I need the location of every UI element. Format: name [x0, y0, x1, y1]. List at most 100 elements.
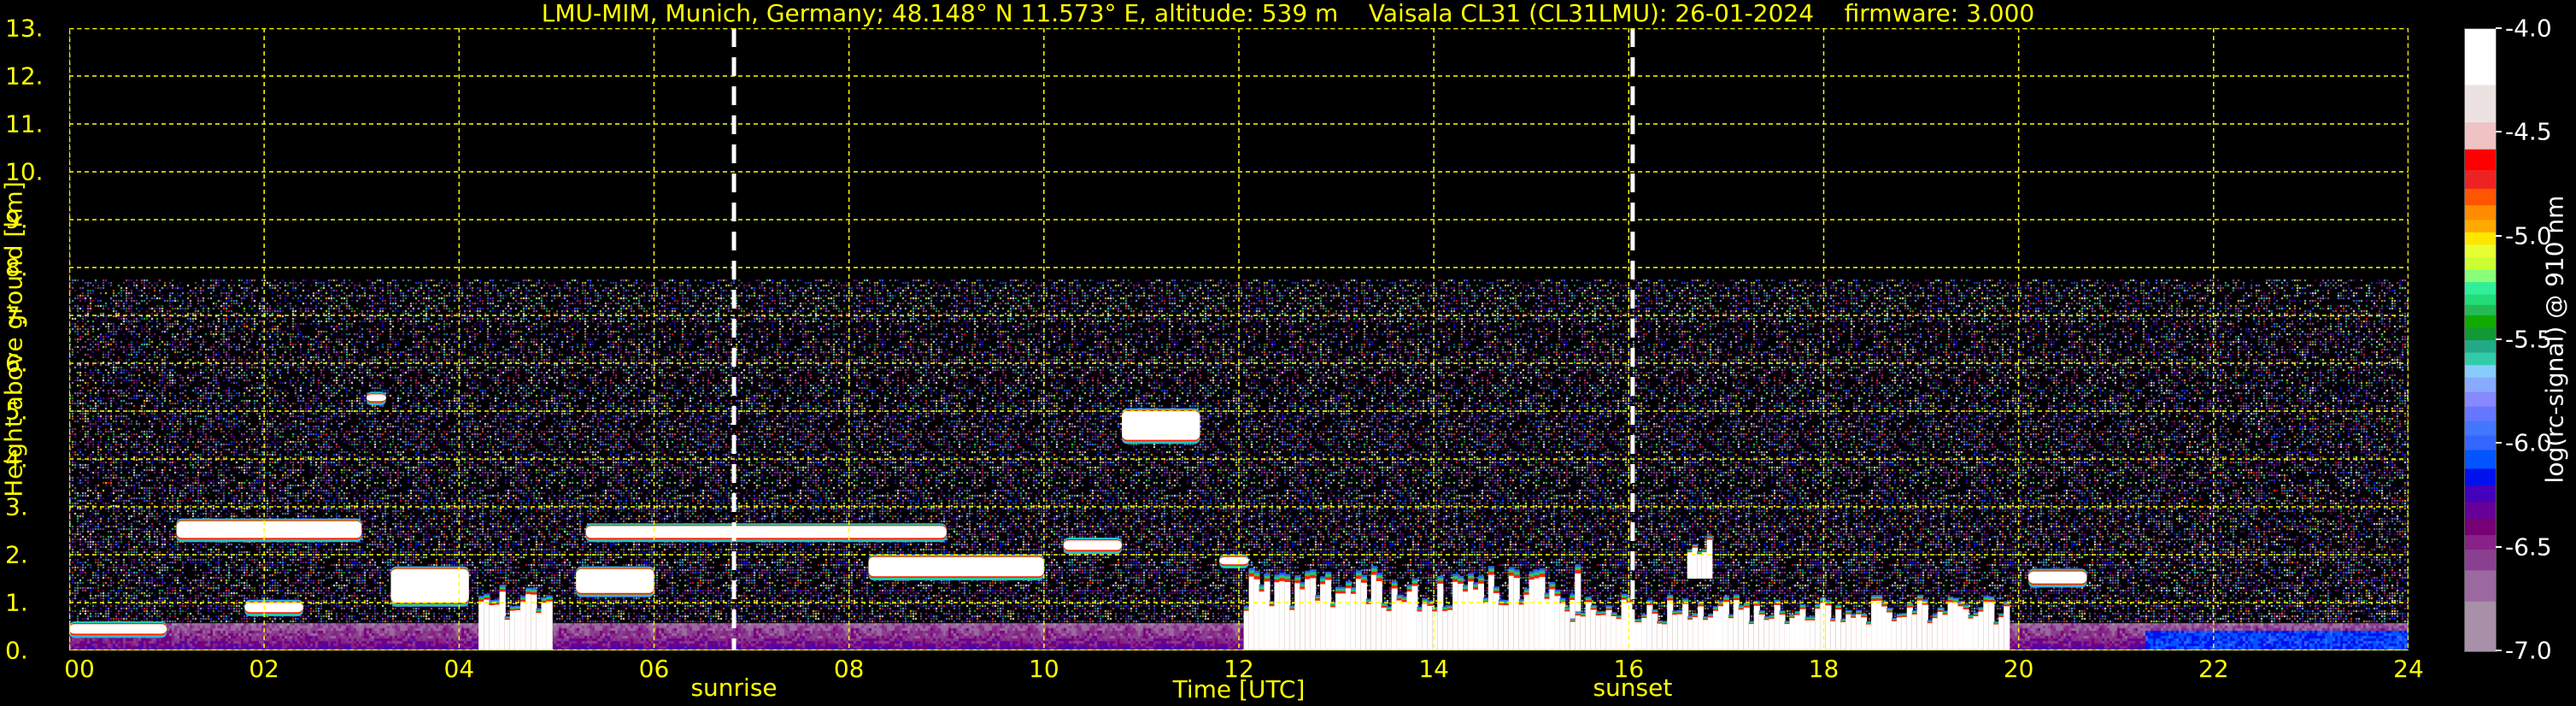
colorbar-level: [2465, 502, 2496, 520]
feature-segment: [1381, 607, 1388, 650]
feature-segment: [1682, 603, 1689, 650]
feature-segment: [1774, 604, 1781, 650]
y-tick-label: 0.: [5, 636, 28, 665]
colorbar-level: [2465, 244, 2496, 258]
feature-segment: [1468, 581, 1475, 650]
feature-segment: [1478, 583, 1484, 650]
feature-segment: [1748, 624, 1755, 650]
feature-segment: [541, 603, 548, 650]
x-tick-label: 08: [833, 655, 865, 683]
feature-segment: [1590, 609, 1597, 650]
plot-overlay: [69, 28, 2409, 650]
feature-segment: [576, 568, 654, 593]
feature-segment: [1284, 581, 1291, 650]
feature-segment: [1687, 552, 1693, 579]
feature-segment: [1708, 617, 1715, 650]
feature-segment: [1993, 624, 2000, 650]
feature-segment: [1916, 600, 1923, 650]
colorbar-level: [2465, 406, 2496, 422]
colorbar-tick-mark: [2496, 27, 2502, 29]
feature-segment: [1815, 609, 1822, 650]
feature-segment: [1810, 620, 1816, 650]
feature-segment: [1804, 620, 1811, 650]
feature-cloud-2-2km-10h: [1063, 538, 1123, 555]
feature-segment: [1248, 576, 1255, 650]
feature-segment: [1370, 574, 1377, 650]
feature-segment: [1427, 605, 1434, 650]
feature-cloud-2-5km-17h: [1687, 535, 1713, 579]
feature-segment: [1932, 618, 1939, 650]
feature-segment: [1706, 539, 1713, 579]
feature-segment: [1728, 618, 1734, 650]
feature-cloud-1-5km-20h: [2028, 568, 2087, 588]
feature-segment: [1376, 580, 1382, 650]
feature-segment: [1825, 605, 1832, 650]
colorbar-level: [2465, 550, 2496, 571]
feature-segment: [2004, 606, 2010, 650]
feature-segment: [504, 620, 511, 650]
feature-segment: [1621, 599, 1628, 650]
colorbar-level: [2465, 570, 2496, 603]
feature-segment: [1580, 616, 1587, 650]
feature-segment: [1845, 614, 1852, 650]
colorbar-level: [2465, 365, 2496, 379]
colorbar-level: [2465, 601, 2496, 651]
colorbar-level: [2465, 85, 2496, 123]
feature-segment: [1575, 615, 1581, 650]
feature-segment: [1701, 552, 1708, 579]
feature-midlevel-cloud-4-8km: [1122, 408, 1200, 444]
feature-segment: [1320, 584, 1327, 650]
colorbar: [2464, 28, 2497, 652]
feature-segment: [1411, 585, 1418, 650]
feature-segment: [1789, 618, 1796, 650]
feature-segment: [1886, 612, 1892, 650]
colorbar-level: [2465, 468, 2496, 486]
feature-segment: [1784, 624, 1791, 650]
feature-segment: [1758, 615, 1765, 650]
colorbar-level: [2465, 269, 2496, 283]
feature-segment: [1722, 602, 1729, 650]
colorbar-tick-mark: [2496, 131, 2502, 133]
feature-segment: [536, 613, 543, 650]
chart-title: LMU-MIM, Munich, Germany; 48.148° N 11.5…: [541, 0, 2035, 27]
feature-segment: [1508, 575, 1515, 650]
feature-segment: [1871, 601, 1878, 650]
feature-segment: [1856, 614, 1863, 650]
colorbar-tick-label: -6.5: [2505, 532, 2552, 562]
feature-segment: [176, 521, 362, 538]
sunset-label: sunset: [1593, 674, 1673, 702]
feature-segment: [1978, 611, 1985, 650]
feature-segment: [1866, 624, 1873, 650]
feature-segment: [1274, 582, 1281, 650]
feature-segment: [1544, 598, 1551, 650]
colorbar-level: [2465, 377, 2496, 393]
feature-segment: [1769, 618, 1775, 650]
feature-segment: [1345, 588, 1352, 650]
feature-segment: [478, 601, 485, 650]
feature-cloud-1-5km-05h: [576, 566, 654, 597]
feature-segment: [1927, 623, 1933, 650]
feature-segment: [1743, 607, 1750, 650]
feature-segment: [69, 624, 167, 634]
feature-segment: [1753, 605, 1760, 650]
colorbar-level: [2465, 232, 2496, 245]
feature-segment: [1794, 615, 1801, 650]
feature-segment: [546, 601, 553, 650]
feature-segment: [1830, 621, 1837, 650]
feature-cloud-1-7km-09h: [868, 554, 1044, 580]
colorbar-level: [2465, 29, 2496, 86]
feature-segment: [1559, 603, 1566, 650]
feature-segment: [1325, 580, 1332, 650]
feature-segment: [1901, 616, 1908, 650]
feature-segment: [1442, 610, 1449, 650]
colorbar-level: [2465, 205, 2496, 221]
feature-segment: [1417, 611, 1423, 650]
feature-segment: [868, 556, 1044, 577]
feature-segment: [1422, 603, 1429, 650]
feature-segment: [1641, 618, 1648, 650]
feature-segment: [1733, 600, 1740, 650]
y-tick-label: 12.: [5, 62, 44, 91]
feature-segment: [1447, 609, 1454, 650]
x-tick-label: 10: [1029, 655, 1059, 683]
feature-segment: [1957, 606, 1964, 650]
